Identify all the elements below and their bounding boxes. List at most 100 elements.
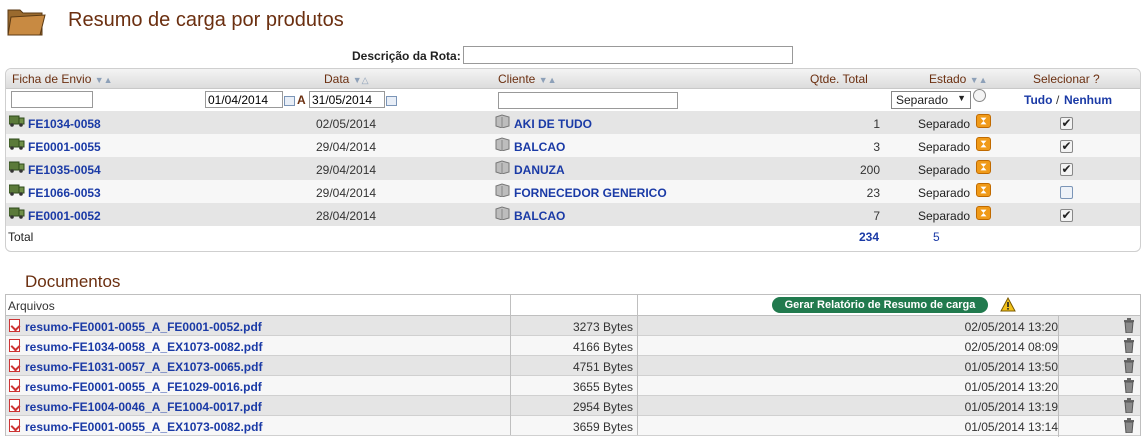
- row-date: 02/05/2014: [316, 117, 377, 131]
- column-divider: [1058, 316, 1059, 437]
- ficha-link[interactable]: FE1066-0053: [28, 186, 101, 200]
- select-separator: /: [1056, 93, 1060, 107]
- row-estado: Separado: [918, 140, 971, 154]
- row-qtde: 3: [873, 140, 880, 154]
- trash-icon[interactable]: [1123, 418, 1135, 433]
- file-date: 01/05/2014 13:14: [964, 420, 1058, 434]
- file-size: 3659 Bytes: [572, 420, 633, 434]
- file-link[interactable]: resumo-FE0001-0055_A_FE1029-0016.pdf: [25, 380, 262, 394]
- table-row: FE1066-0053 29/04/2014 FORNECEDOR GENERI…: [6, 180, 1140, 203]
- col-selecionar: Selecionar ?: [1033, 72, 1100, 86]
- table-row: FE1034-0058 02/05/2014 AKI DE TUDO 1 Sep…: [6, 111, 1140, 134]
- generate-report-button[interactable]: Gerar Relatório de Resumo de carga: [772, 297, 988, 313]
- filter-clear-button[interactable]: [973, 89, 986, 102]
- ficha-link[interactable]: FE0001-0052: [28, 209, 101, 223]
- col-cliente[interactable]: Cliente ▼▲: [498, 72, 557, 86]
- file-link[interactable]: resumo-FE1034-0058_A_EX1073-0082.pdf: [25, 340, 262, 354]
- file-link[interactable]: resumo-FE0001-0055_A_EX1073-0082.pdf: [25, 420, 262, 434]
- file-date: 01/05/2014 13:50: [964, 360, 1058, 374]
- col-data[interactable]: Data ▼△: [324, 72, 369, 86]
- cliente-link[interactable]: AKI DE TUDO: [514, 117, 592, 131]
- file-link[interactable]: resumo-FE0001-0055_A_FE0001-0052.pdf: [25, 320, 262, 334]
- file-row: resumo-FE1031-0057_A_EX1073-0065.pdf 475…: [6, 356, 1140, 376]
- select-checkbox[interactable]: ✔: [1060, 209, 1073, 222]
- ficha-filter-input[interactable]: [11, 91, 93, 108]
- estado-select[interactable]: Separado ▼: [891, 91, 971, 109]
- file-row: resumo-FE0001-0055_A_FE0001-0052.pdf 327…: [6, 316, 1140, 336]
- file-row: resumo-FE1034-0058_A_EX1073-0082.pdf 416…: [6, 336, 1140, 356]
- date-separator: A: [297, 93, 306, 107]
- row-date: 28/04/2014: [316, 209, 377, 223]
- truck-icon: [9, 115, 25, 127]
- box-icon: [495, 183, 510, 197]
- truck-icon: [9, 161, 25, 173]
- column-divider: [510, 295, 511, 435]
- col-qtde[interactable]: Qtde. Total: [810, 72, 868, 86]
- ficha-link[interactable]: FE1035-0054: [28, 163, 101, 177]
- hourglass-icon[interactable]: [976, 160, 991, 174]
- calendar-icon[interactable]: [284, 96, 295, 106]
- route-row: Descrição da Rota:: [0, 46, 1147, 66]
- sort-icon[interactable]: ▼▲: [970, 75, 988, 85]
- calendar-icon[interactable]: [386, 96, 397, 106]
- file-date: 02/05/2014 08:09: [964, 340, 1058, 354]
- sort-icon[interactable]: ▼▲: [95, 75, 113, 85]
- file-link[interactable]: resumo-FE1031-0057_A_EX1073-0065.pdf: [25, 360, 262, 374]
- hourglass-icon[interactable]: [976, 114, 991, 128]
- file-row: resumo-FE1004-0046_A_FE1004-0017.pdf 295…: [6, 396, 1140, 416]
- row-qtde: 23: [866, 186, 880, 200]
- box-icon: [495, 114, 510, 128]
- hourglass-icon[interactable]: [976, 206, 991, 220]
- row-qtde: 1: [873, 117, 880, 131]
- trash-icon[interactable]: [1123, 358, 1135, 373]
- select-checkbox[interactable]: [1060, 186, 1073, 199]
- hourglass-icon[interactable]: [976, 137, 991, 151]
- row-date: 29/04/2014: [316, 140, 377, 154]
- pdf-icon: [9, 339, 20, 352]
- row-estado: Separado: [918, 117, 971, 131]
- row-date: 29/04/2014: [316, 186, 377, 200]
- col-ficha[interactable]: Ficha de Envio ▼▲: [12, 72, 113, 86]
- cliente-link[interactable]: FORNECEDOR GENERICO: [514, 186, 667, 200]
- select-checkbox[interactable]: ✔: [1060, 140, 1073, 153]
- ficha-link[interactable]: FE1034-0058: [28, 117, 101, 131]
- select-all-link[interactable]: Tudo: [1024, 93, 1052, 107]
- file-size: 4751 Bytes: [572, 360, 633, 374]
- sort-icon[interactable]: ▼△: [353, 75, 369, 85]
- pdf-icon: [9, 319, 20, 332]
- select-none-link[interactable]: Nenhum: [1064, 93, 1112, 107]
- trash-icon[interactable]: [1123, 378, 1135, 393]
- pdf-icon: [9, 359, 20, 372]
- trash-icon[interactable]: [1123, 318, 1135, 333]
- select-checkbox[interactable]: ✔: [1060, 117, 1073, 130]
- box-icon: [495, 137, 510, 151]
- cliente-link[interactable]: DANUZA: [514, 163, 565, 177]
- title-bar: Resumo de carga por produtos: [0, 0, 1147, 44]
- route-input[interactable]: [463, 46, 793, 64]
- trash-icon[interactable]: [1123, 338, 1135, 353]
- filter-row: A Separado▼ Tudo / Nenhum: [6, 89, 1140, 111]
- select-checkbox[interactable]: ✔: [1060, 163, 1073, 176]
- col-estado[interactable]: Estado ▼▲: [929, 72, 988, 86]
- cliente-filter-input[interactable]: [498, 92, 678, 109]
- date-to-input[interactable]: [309, 91, 385, 108]
- date-from-input[interactable]: [205, 91, 283, 108]
- file-date: 01/05/2014 13:20: [964, 380, 1058, 394]
- row-estado: Separado: [918, 186, 971, 200]
- truck-icon: [9, 138, 25, 150]
- table-row: FE1035-0054 29/04/2014 DANUZA 200 Separa…: [6, 157, 1140, 180]
- ficha-link[interactable]: FE0001-0055: [28, 140, 101, 154]
- cliente-link[interactable]: BALCAO: [514, 140, 565, 154]
- sort-icon[interactable]: ▼▲: [539, 75, 557, 85]
- hourglass-icon[interactable]: [976, 183, 991, 197]
- trash-icon[interactable]: [1123, 398, 1135, 413]
- file-link[interactable]: resumo-FE1004-0046_A_FE1004-0017.pdf: [25, 400, 262, 414]
- table-row: FE0001-0055 29/04/2014 BALCAO 3 Separado…: [6, 134, 1140, 157]
- row-date: 29/04/2014: [316, 163, 377, 177]
- file-date: 01/05/2014 13:19: [964, 400, 1058, 414]
- row-qtde: 200: [859, 163, 880, 177]
- file-size: 4166 Bytes: [572, 340, 633, 354]
- cliente-link[interactable]: BALCAO: [514, 209, 565, 223]
- total-row: Total 234 5: [6, 226, 1140, 246]
- column-divider: [637, 295, 638, 435]
